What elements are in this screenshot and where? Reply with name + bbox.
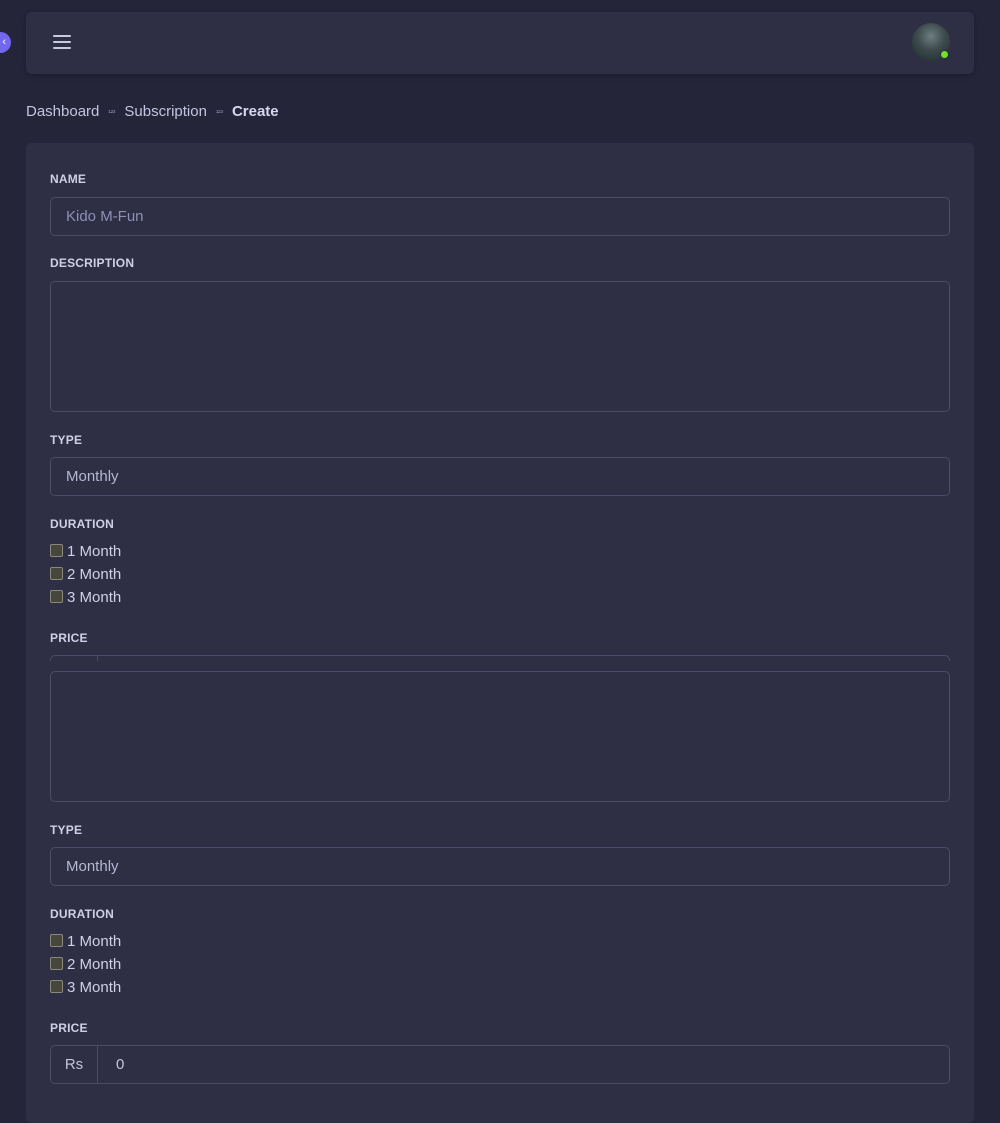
user-avatar[interactable] [912,23,950,61]
type-select[interactable]: Monthly [50,847,950,886]
duration-option-3-month[interactable]: 3 Month [50,979,121,996]
hamburger-icon[interactable] [53,35,71,49]
checkbox[interactable] [50,567,63,580]
duration-option-2-month[interactable]: 2 Month [50,956,121,973]
duration-option-label: 2 Month [67,566,122,583]
subscription-form-card: NAME Kido M-Fun DESCRIPTION TYPE Monthly… [26,143,974,1123]
online-status-dot [940,50,949,59]
duration-option-2-month[interactable]: 2 Month [50,566,121,583]
duration-option-1-month[interactable]: 1 Month [50,933,121,950]
duration-option-label: 1 Month [67,933,122,950]
name-label: NAME [50,172,87,186]
duration-option-3-month[interactable]: 3 Month [50,589,121,606]
duration-option-label: 3 Month [67,979,122,996]
description-label: DESCRIPTION [50,256,135,270]
description-textarea-duplicate[interactable] [50,671,950,802]
price-label: PRICE [50,631,88,645]
divider [97,656,98,661]
checkbox[interactable] [50,980,63,993]
checkbox[interactable] [50,544,63,557]
chevron-left-icon[interactable]: ‹ [0,32,11,53]
duration-option-label: 1 Month [67,543,122,560]
duration-option-label: 3 Month [67,589,122,606]
type-label: TYPE [50,823,83,837]
description-textarea[interactable] [50,281,950,412]
breadcrumb-item-dashboard[interactable]: Dashboard [26,103,99,120]
checkbox[interactable] [50,957,63,970]
duration-label: DURATION [50,517,115,531]
currency-addon: Rs [51,1046,98,1083]
breadcrumb-item-subscription[interactable]: Subscription [124,103,207,120]
price-input-group: Rs 0 [50,1045,950,1084]
price-input-group-partial[interactable] [50,655,950,661]
breadcrumb: Dashboard ¹²³ Subscription ¹²³ Create [26,103,279,120]
type-label: TYPE [50,433,83,447]
breadcrumb-separator-icon: ¹²³ [215,110,223,117]
duration-option-label: 2 Month [67,956,122,973]
top-navbar [26,12,974,74]
name-input[interactable]: Kido M-Fun [50,197,950,236]
price-input[interactable]: 0 [98,1046,949,1083]
price-label: PRICE [50,1021,88,1035]
breadcrumb-separator-icon: ¹²³ [108,110,116,117]
duration-label: DURATION [50,907,115,921]
duration-option-1-month[interactable]: 1 Month [50,543,121,560]
checkbox[interactable] [50,590,63,603]
breadcrumb-item-create: Create [231,103,279,120]
checkbox[interactable] [50,934,63,947]
type-select[interactable]: Monthly [50,457,950,496]
